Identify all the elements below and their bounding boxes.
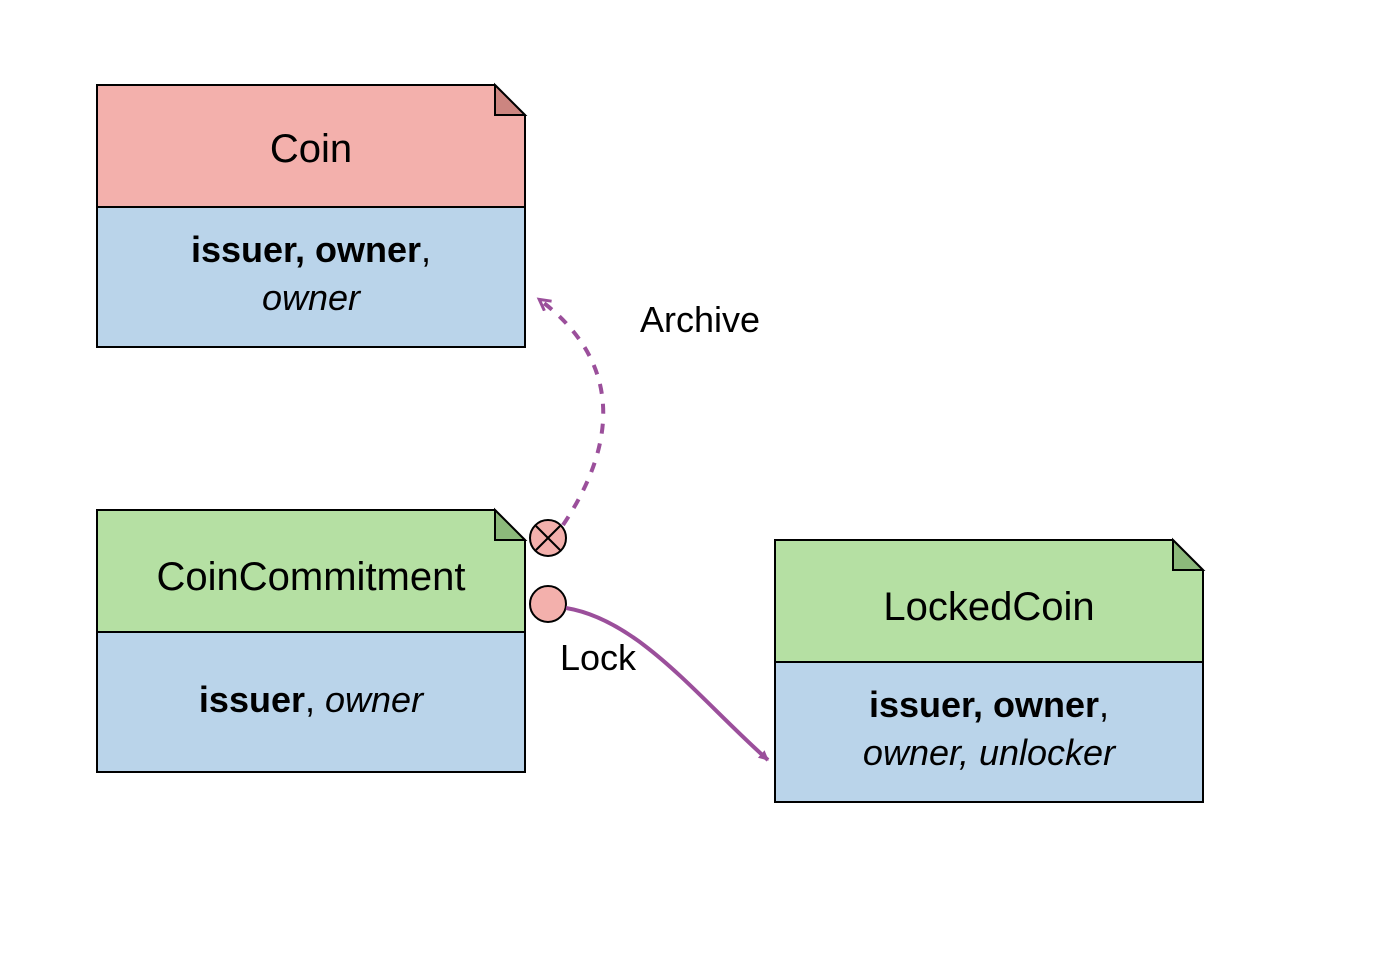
card-lockedcoin: LockedCoin issuer, owner, owner, unlocke… bbox=[775, 540, 1203, 802]
card-lockedcoin-body-line1: issuer, owner, bbox=[869, 684, 1109, 725]
card-coincommitment: CoinCommitment issuer, owner bbox=[97, 510, 525, 772]
card-coincommitment-title: CoinCommitment bbox=[157, 555, 466, 599]
card-lockedcoin-header: LockedCoin bbox=[775, 540, 1203, 662]
card-coincommitment-body: issuer, owner bbox=[97, 632, 525, 772]
card-coin-body-line1: issuer, owner, bbox=[191, 229, 431, 270]
card-coin-header: Coin bbox=[97, 85, 525, 207]
card-coin: Coin issuer, owner, owner bbox=[97, 85, 525, 347]
card-lockedcoin-title: LockedCoin bbox=[883, 585, 1094, 629]
card-coincommitment-body-line1: issuer, owner bbox=[199, 679, 425, 720]
card-lockedcoin-body: issuer, owner, owner, unlocker bbox=[775, 662, 1203, 802]
label-archive: Archive bbox=[640, 299, 760, 340]
label-lock: Lock bbox=[560, 637, 637, 678]
card-lockedcoin-body-line2: owner, unlocker bbox=[863, 732, 1117, 773]
choice-port-archive bbox=[530, 520, 566, 556]
card-coin-body: issuer, owner, owner bbox=[97, 207, 525, 347]
choice-port-lock bbox=[530, 586, 566, 622]
arrow-lock bbox=[566, 608, 768, 760]
card-coincommitment-header: CoinCommitment bbox=[97, 510, 525, 632]
arrow-archive bbox=[540, 300, 603, 525]
card-coin-body-line2: owner bbox=[262, 277, 362, 318]
card-coin-title: Coin bbox=[270, 127, 352, 171]
